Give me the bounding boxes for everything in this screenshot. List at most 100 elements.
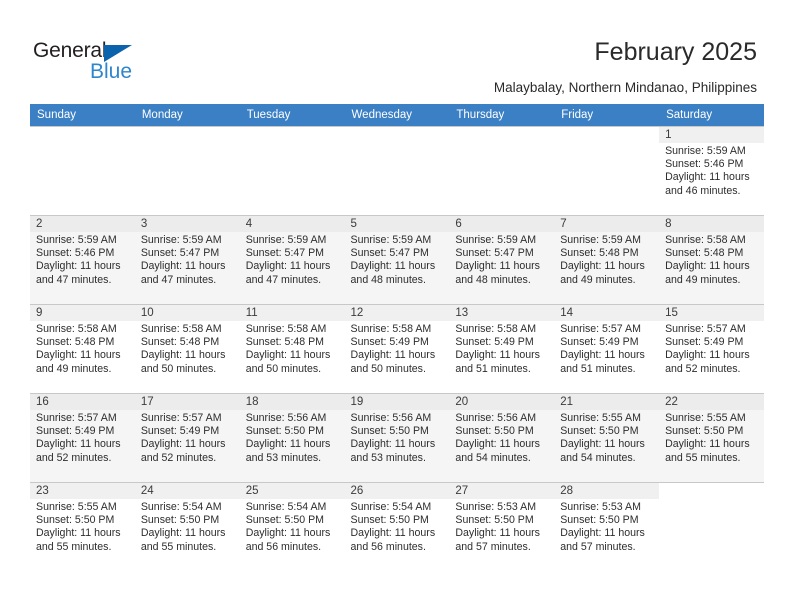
calendar-day-cell[interactable]: 27 Sunrise: 5:53 AM Sunset: 5:50 PM Dayligh… (449, 482, 555, 571)
day-details: Sunrise: 5:58 AM Sunset: 5:48 PM Daylight:… (240, 321, 345, 376)
sunrise-text: Sunrise: 5:58 AM (140, 323, 222, 335)
day-details: Sunrise: 5:55 AM Sunset: 5:50 PM Daylight:… (659, 410, 764, 465)
calendar-day-cell[interactable]: 24 Sunrise: 5:54 AM Sunset: 5:50 PM Dayligh… (134, 482, 240, 571)
daylight-text: Daylight: 11 hours and 49 minutes. (560, 260, 645, 286)
calendar-day-cell[interactable]: 26 Sunrise: 5:54 AM Sunset: 5:50 PM Dayligh… (344, 482, 450, 571)
sunrise-text: Sunrise: 5:57 AM (665, 323, 746, 335)
calendar-day-cell[interactable]: 4 Sunrise: 5:59 AM Sunset: 5:47 PM Daylight… (239, 215, 345, 304)
weekday-header-friday: Friday (554, 104, 660, 126)
calendar-day-cell[interactable]: 8 Sunrise: 5:58 AM Sunset: 5:48 PM Daylight… (659, 215, 764, 304)
day-number: 19 (344, 394, 450, 410)
sunset-text: Sunset: 5:50 PM (455, 425, 534, 438)
sunset-text: Sunset: 5:47 PM (350, 247, 429, 260)
sunrise-sunset-calendar: Sunday Monday Tuesday Wednesday Thursday Frid… (30, 104, 764, 571)
sunset-text: Sunset: 5:49 PM (560, 336, 639, 349)
day-number: 18 (239, 394, 345, 410)
sunrise-text: Sunrise: 5:58 AM (36, 323, 117, 335)
calendar-day-cell[interactable]: 12 Sunrise: 5:58 AM Sunset: 5:49 PM Dayligh… (344, 304, 450, 393)
day-details: Sunrise: 5:59 AM Sunset: 5:47 PM Daylight:… (135, 232, 240, 287)
sunrise-text: Sunrise: 5:59 AM (140, 234, 222, 246)
daylight-text: Daylight: 11 hours and 46 minutes. (665, 171, 750, 197)
calendar-day-cell[interactable]: 22 Sunrise: 5:55 AM Sunset: 5:50 PM Dayligh… (659, 393, 764, 482)
day-details: Sunrise: 5:55 AM Sunset: 5:50 PM Daylight:… (30, 499, 135, 554)
sunrise-text: Sunrise: 5:58 AM (245, 323, 327, 335)
daylight-text: Daylight: 11 hours and 47 minutes. (36, 260, 121, 286)
daylight-text: Daylight: 11 hours and 55 minutes. (665, 438, 750, 464)
calendar-week-row: 23 Sunrise: 5:55 AM Sunset: 5:50 PM Dayligh… (30, 482, 764, 571)
daylight-text: Daylight: 11 hours and 51 minutes. (560, 349, 645, 375)
sunrise-text: Sunrise: 5:54 AM (350, 501, 432, 513)
day-details: Sunrise: 5:58 AM Sunset: 5:48 PM Daylight:… (30, 321, 135, 376)
weekday-header-saturday: Saturday (659, 104, 764, 126)
day-details: Sunrise: 5:57 AM Sunset: 5:49 PM Daylight:… (554, 321, 659, 376)
calendar-day-cell[interactable]: 16 Sunrise: 5:57 AM Sunset: 5:49 PM Dayligh… (30, 393, 135, 482)
sunrise-text: Sunrise: 5:55 AM (665, 412, 746, 424)
day-number: 28 (554, 483, 660, 499)
calendar-day-cell[interactable]: 14 Sunrise: 5:57 AM Sunset: 5:49 PM Dayligh… (554, 304, 660, 393)
calendar-day-cell[interactable]: 28 Sunrise: 5:53 AM Sunset: 5:50 PM Dayligh… (554, 482, 660, 571)
sunset-text: Sunset: 5:48 PM (560, 247, 639, 260)
sunrise-text: Sunrise: 5:53 AM (455, 501, 537, 513)
calendar-day-cell[interactable]: 6 Sunrise: 5:59 AM Sunset: 5:47 PM Daylight… (449, 215, 555, 304)
day-number: 20 (449, 394, 555, 410)
calendar-day-cell[interactable]: 3 Sunrise: 5:59 AM Sunset: 5:47 PM Daylight… (134, 215, 240, 304)
day-number: 4 (239, 216, 345, 232)
daylight-text: Daylight: 11 hours and 48 minutes. (455, 260, 540, 286)
calendar-day-cell[interactable]: 19 Sunrise: 5:56 AM Sunset: 5:50 PM Dayligh… (344, 393, 450, 482)
sunset-text: Sunset: 5:50 PM (36, 514, 115, 527)
daylight-text: Daylight: 11 hours and 53 minutes. (245, 438, 331, 464)
day-details: Sunrise: 5:58 AM Sunset: 5:49 PM Daylight:… (449, 321, 554, 376)
calendar-day-cell[interactable]: 15 Sunrise: 5:57 AM Sunset: 5:49 PM Dayligh… (659, 304, 764, 393)
calendar-cell-empty (239, 126, 345, 215)
sunrise-text: Sunrise: 5:54 AM (245, 501, 327, 513)
day-number: 8 (659, 216, 764, 232)
day-details: Sunrise: 5:53 AM Sunset: 5:50 PM Daylight:… (449, 499, 554, 554)
sunrise-text: Sunrise: 5:59 AM (560, 234, 641, 246)
calendar-day-cell[interactable]: 5 Sunrise: 5:59 AM Sunset: 5:47 PM Daylight… (344, 215, 450, 304)
logo-text-blue: Blue (90, 60, 133, 83)
day-details: Sunrise: 5:58 AM Sunset: 5:49 PM Daylight:… (345, 321, 450, 376)
page-title: February 2025 (594, 38, 757, 66)
sunset-text: Sunset: 5:50 PM (665, 425, 744, 438)
sunrise-text: Sunrise: 5:57 AM (140, 412, 222, 424)
sunset-text: Sunset: 5:48 PM (245, 336, 325, 349)
weekday-header-monday: Monday (134, 104, 240, 126)
day-details: Sunrise: 5:57 AM Sunset: 5:49 PM Daylight:… (30, 410, 135, 465)
day-number: 13 (449, 305, 555, 321)
sunrise-text: Sunrise: 5:59 AM (350, 234, 432, 246)
sunrise-text: Sunrise: 5:57 AM (560, 323, 641, 335)
daylight-text: Daylight: 11 hours and 47 minutes. (245, 260, 331, 286)
calendar-day-cell[interactable]: 23 Sunrise: 5:55 AM Sunset: 5:50 PM Dayligh… (30, 482, 135, 571)
calendar-day-cell[interactable]: 21 Sunrise: 5:55 AM Sunset: 5:50 PM Dayligh… (554, 393, 660, 482)
calendar-day-cell[interactable]: 20 Sunrise: 5:56 AM Sunset: 5:50 PM Dayligh… (449, 393, 555, 482)
calendar-day-cell[interactable]: 9 Sunrise: 5:58 AM Sunset: 5:48 PM Daylight… (30, 304, 135, 393)
calendar-day-cell[interactable]: 11 Sunrise: 5:58 AM Sunset: 5:48 PM Dayligh… (239, 304, 345, 393)
calendar-day-cell[interactable]: 2 Sunrise: 5:59 AM Sunset: 5:46 PM Daylight… (30, 215, 135, 304)
calendar-day-cell[interactable]: 10 Sunrise: 5:58 AM Sunset: 5:48 PM Dayligh… (134, 304, 240, 393)
daylight-text: Daylight: 11 hours and 52 minutes. (140, 438, 226, 464)
calendar-body: 1 Sunrise: 5:59 AM Sunset: 5:46 PM Daylight… (30, 126, 764, 571)
calendar-cell-empty (30, 126, 135, 215)
sunrise-text: Sunrise: 5:56 AM (350, 412, 432, 424)
sunset-text: Sunset: 5:50 PM (245, 425, 325, 438)
daylight-text: Daylight: 11 hours and 54 minutes. (560, 438, 645, 464)
day-details: Sunrise: 5:59 AM Sunset: 5:46 PM Daylight:… (30, 232, 135, 287)
calendar-day-cell[interactable]: 1 Sunrise: 5:59 AM Sunset: 5:46 PM Daylight… (659, 126, 764, 215)
weekday-header-wednesday: Wednesday (344, 104, 450, 126)
sunset-text: Sunset: 5:50 PM (560, 514, 639, 527)
general-blue-logo[interactable]: General Blue (33, 40, 163, 85)
day-details: Sunrise: 5:57 AM Sunset: 5:49 PM Daylight:… (659, 321, 764, 376)
calendar-day-cell[interactable]: 7 Sunrise: 5:59 AM Sunset: 5:48 PM Daylight… (554, 215, 660, 304)
calendar-day-cell[interactable]: 17 Sunrise: 5:57 AM Sunset: 5:49 PM Dayligh… (134, 393, 240, 482)
sunset-text: Sunset: 5:49 PM (36, 425, 115, 438)
calendar-cell-empty (344, 126, 450, 215)
day-details: Sunrise: 5:59 AM Sunset: 5:47 PM Daylight:… (345, 232, 450, 287)
calendar-day-cell[interactable]: 25 Sunrise: 5:54 AM Sunset: 5:50 PM Dayligh… (239, 482, 345, 571)
day-number: 26 (344, 483, 450, 499)
sunset-text: Sunset: 5:49 PM (455, 336, 534, 349)
sunset-text: Sunset: 5:49 PM (665, 336, 744, 349)
sunset-text: Sunset: 5:48 PM (36, 336, 115, 349)
calendar-day-cell[interactable]: 13 Sunrise: 5:58 AM Sunset: 5:49 PM Dayligh… (449, 304, 555, 393)
calendar-week-row: 9 Sunrise: 5:58 AM Sunset: 5:48 PM Daylight… (30, 304, 764, 393)
calendar-day-cell[interactable]: 18 Sunrise: 5:56 AM Sunset: 5:50 PM Dayligh… (239, 393, 345, 482)
